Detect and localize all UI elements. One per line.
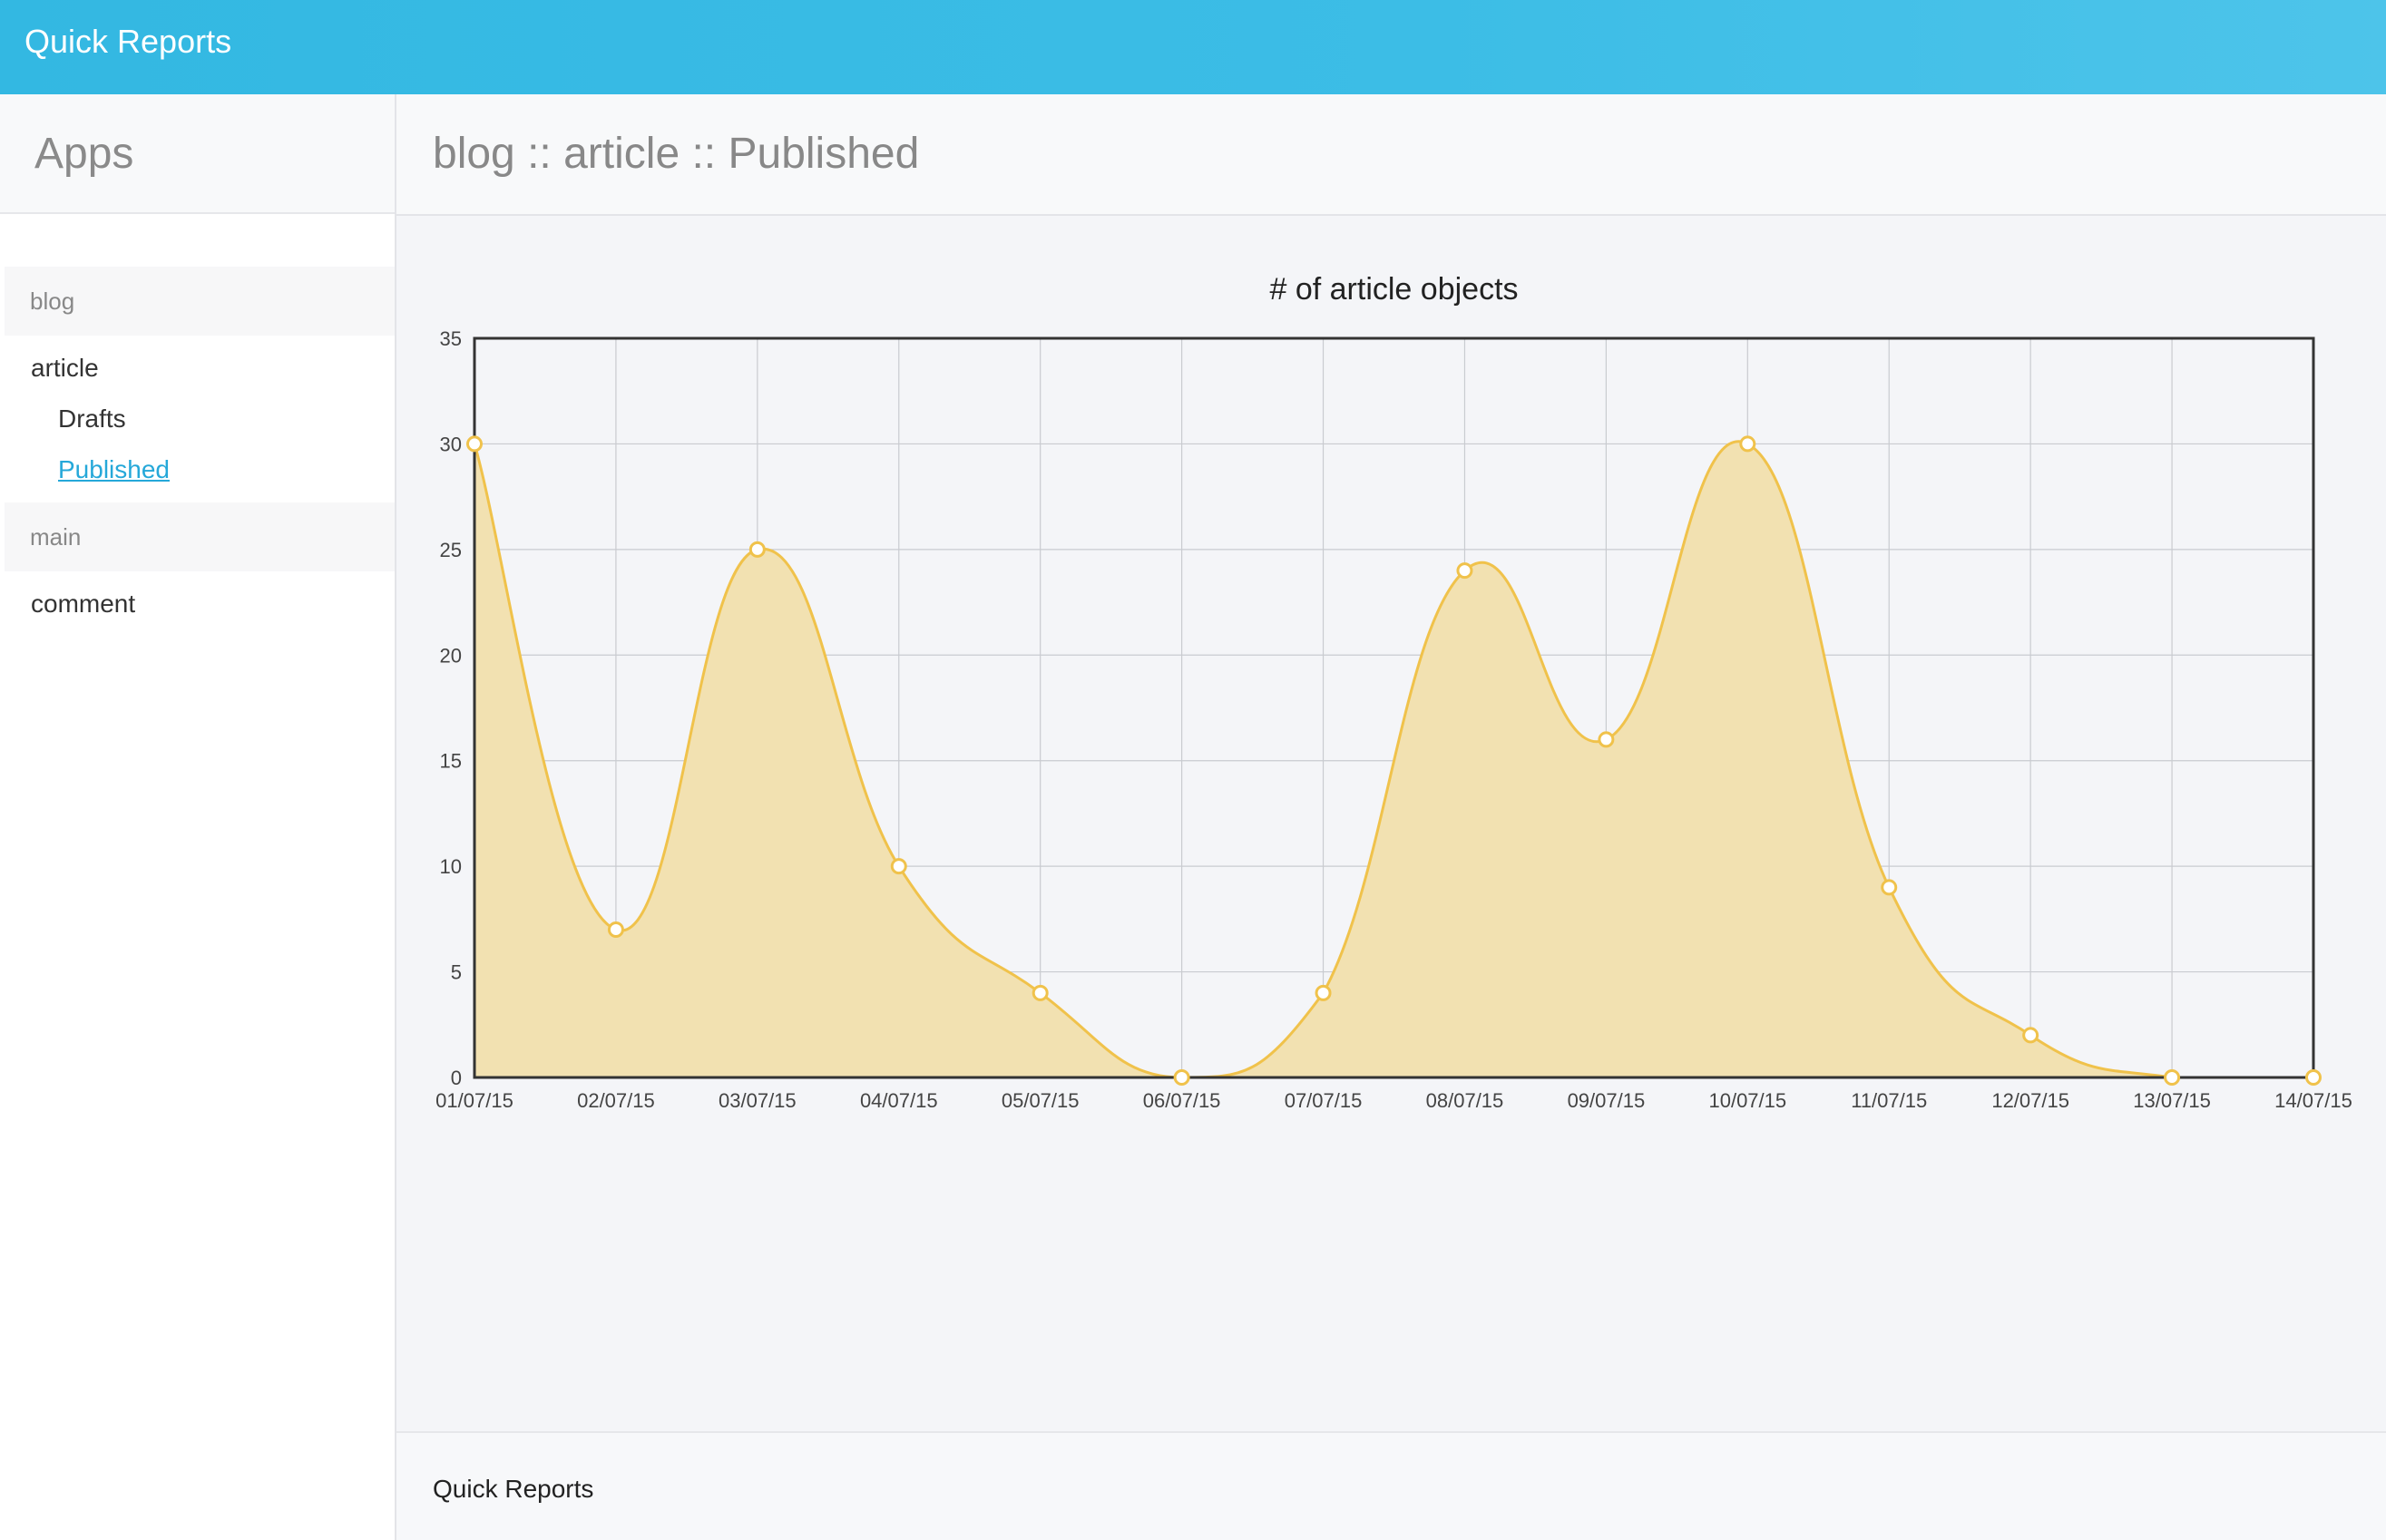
article-count-chart: # of article objects 0 5 10 15 20 25 30 35 01/0… xyxy=(435,272,2352,1112)
sidebar-group-blog[interactable]: blog xyxy=(5,267,395,336)
y-axis-ticks: 0 5 10 15 20 25 30 35 xyxy=(440,327,462,1089)
footer: Quick Reports xyxy=(396,1431,2386,1540)
x-tick-label: 12/07/15 xyxy=(1991,1089,2069,1112)
footer-text: Quick Reports xyxy=(433,1475,594,1503)
x-tick-label: 03/07/15 xyxy=(719,1089,797,1112)
data-point[interactable] xyxy=(890,858,907,875)
sidebar-group-main[interactable]: main xyxy=(5,502,395,571)
chart-series-area xyxy=(473,440,2313,1079)
x-tick-label: 10/07/15 xyxy=(1708,1089,1786,1112)
y-tick-label: 25 xyxy=(440,539,462,561)
y-tick-label: 0 xyxy=(451,1067,462,1089)
top-navbar: Quick Reports xyxy=(0,0,2386,94)
x-tick-label: 01/07/15 xyxy=(435,1089,513,1112)
y-tick-label: 20 xyxy=(440,644,462,667)
data-point[interactable] xyxy=(748,541,766,558)
data-point[interactable] xyxy=(466,435,483,453)
x-tick-label: 08/07/15 xyxy=(1426,1089,1504,1112)
data-point[interactable] xyxy=(2305,1069,2322,1086)
main-content: blog :: article :: Published # of articl… xyxy=(396,94,2386,1540)
sidebar-item-published[interactable]: Published xyxy=(58,452,170,488)
sidebar-item-comment[interactable]: comment xyxy=(31,586,135,622)
sidebar: Apps blog article Drafts Published main … xyxy=(0,94,396,1540)
x-tick-label: 11/07/15 xyxy=(1851,1089,1927,1112)
y-tick-label: 15 xyxy=(440,750,462,773)
brand-link[interactable]: Quick Reports xyxy=(24,20,231,63)
data-point[interactable] xyxy=(2164,1069,2181,1086)
data-point[interactable] xyxy=(1173,1069,1190,1086)
sidebar-item-article[interactable]: article xyxy=(31,350,99,386)
data-point[interactable] xyxy=(1315,984,1332,1001)
data-point[interactable] xyxy=(607,921,624,938)
x-tick-label: 13/07/15 xyxy=(2133,1089,2211,1112)
y-tick-label: 10 xyxy=(440,855,462,878)
data-point[interactable] xyxy=(1739,435,1756,453)
data-point[interactable] xyxy=(1456,562,1473,580)
data-point[interactable] xyxy=(1598,731,1615,748)
chart-title: # of article objects xyxy=(1269,272,1518,307)
data-point[interactable] xyxy=(1881,879,1898,896)
y-tick-label: 35 xyxy=(440,327,462,350)
data-point[interactable] xyxy=(1032,984,1049,1001)
x-tick-label: 04/07/15 xyxy=(860,1089,938,1112)
y-tick-label: 5 xyxy=(451,961,462,984)
x-axis-ticks: 01/07/15 02/07/15 03/07/15 04/07/15 05/07/15… xyxy=(435,1089,2352,1112)
sidebar-header: Apps xyxy=(0,94,395,214)
data-point[interactable] xyxy=(2022,1027,2039,1044)
x-tick-label: 09/07/15 xyxy=(1568,1089,1646,1112)
x-tick-label: 06/07/15 xyxy=(1143,1089,1221,1112)
x-tick-label: 02/07/15 xyxy=(577,1089,655,1112)
x-tick-label: 14/07/15 xyxy=(2274,1089,2352,1112)
x-tick-label: 05/07/15 xyxy=(1002,1089,1080,1112)
sidebar-title: Apps xyxy=(34,130,134,178)
x-tick-label: 07/07/15 xyxy=(1285,1089,1363,1112)
sidebar-item-drafts[interactable]: Drafts xyxy=(58,401,126,437)
y-tick-label: 30 xyxy=(440,433,462,455)
